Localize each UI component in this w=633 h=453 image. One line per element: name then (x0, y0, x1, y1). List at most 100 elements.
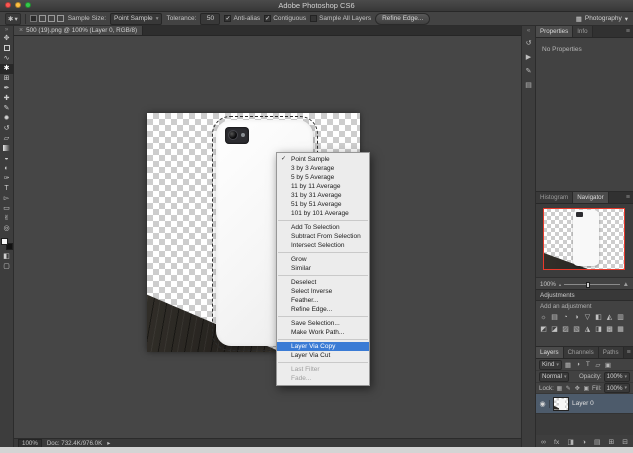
opacity-dropdown[interactable]: 100% ▾ (603, 371, 630, 382)
new-layer-icon[interactable]: ⊞ (609, 438, 615, 446)
exposure-adjustment-icon[interactable]: ◑ (571, 312, 582, 324)
clone-source-panel-icon[interactable]: ▤ (522, 81, 535, 91)
lock-image-pixels-icon[interactable]: ✎ (565, 385, 572, 392)
crop-tool[interactable]: ⊞ (0, 74, 14, 84)
tab-histogram[interactable]: Histogram (536, 192, 574, 203)
dodge-tool[interactable]: ◐ (0, 164, 14, 174)
tab-paths[interactable]: Paths (598, 347, 624, 358)
clone-stamp-tool[interactable]: ✹ (0, 114, 14, 124)
slider-handle[interactable] (586, 281, 591, 288)
color-lookup-adjustment-icon[interactable]: ▨ (560, 324, 571, 336)
layer-row-layer-0[interactable]: ◉ Layer 0 (536, 394, 633, 414)
blur-tool[interactable]: ◒ (0, 154, 14, 164)
eyedropper-tool[interactable]: ✒ (0, 84, 14, 94)
navigator-zoom-value[interactable]: 100% (540, 281, 556, 288)
history-brush-tool[interactable]: ↺ (0, 124, 14, 134)
panel-menu-icon[interactable]: ≡ (623, 26, 633, 37)
delete-layer-icon[interactable]: ⊟ (622, 438, 628, 446)
menu-item-grow[interactable]: Grow (277, 255, 369, 264)
fill-dropdown[interactable]: 100% ▾ (603, 383, 630, 393)
healing-brush-tool[interactable]: ✚ (0, 94, 14, 104)
layer-styles-icon[interactable]: fx (554, 439, 559, 446)
gradient-map-adjustment-icon[interactable]: ▩ (604, 324, 615, 336)
filter-adjustment-layers-icon[interactable]: ◑ (574, 361, 582, 368)
zoom-in-icon[interactable]: ▲ (623, 281, 629, 288)
menu-item-subtract-from-selection[interactable]: Subtract From Selection (277, 232, 369, 241)
tab-channels[interactable]: Channels (563, 347, 599, 358)
subtract-from-selection-icon[interactable] (47, 15, 55, 22)
quick-mask-mode-button[interactable]: ◧ (0, 252, 14, 262)
gradient-tool[interactable] (0, 144, 14, 154)
menu-item-31by31-average[interactable]: 31 by 31 Average (277, 191, 369, 200)
menu-item-101by101-average[interactable]: 101 by 101 Average (277, 209, 369, 218)
brightness-contrast-adjustment-icon[interactable]: ☼ (538, 312, 549, 324)
anti-alias-checkbox[interactable]: ✓ Anti-alias (224, 15, 260, 22)
eraser-tool[interactable]: ▱ (0, 134, 14, 144)
panel-menu-icon[interactable]: ≡ (623, 192, 633, 203)
navigator-zoom-slider[interactable] (564, 281, 620, 288)
navigator-preview[interactable] (536, 204, 633, 277)
tolerance-input[interactable]: 50 (200, 12, 221, 25)
new-group-icon[interactable]: ▤ (594, 438, 600, 446)
contiguous-checkbox[interactable]: ✓ Contiguous (264, 15, 306, 22)
lasso-tool[interactable]: ∿ (0, 54, 14, 64)
add-to-selection-icon[interactable] (38, 15, 46, 22)
document-tab[interactable]: × 500 (19).png @ 100% (Layer 0, RGB/8) (14, 26, 144, 35)
photo-filter-adjustment-icon[interactable]: ◩ (538, 324, 549, 336)
visibility-eye-icon[interactable]: ◉ (536, 399, 550, 408)
menu-item-layer-via-cut[interactable]: Layer Via Cut (277, 351, 369, 360)
add-layer-mask-icon[interactable]: ◨ (567, 438, 573, 446)
threshold-adjustment-icon[interactable]: ◨ (593, 324, 604, 336)
workspace-switcher[interactable]: ▦ Photography ▾ (576, 15, 628, 23)
pen-tool[interactable]: ✑ (0, 174, 14, 184)
curves-adjustment-icon[interactable]: ◔ (560, 312, 571, 324)
menu-item-51by51-average[interactable]: 51 by 51 Average (277, 200, 369, 209)
navigator-view-box[interactable] (543, 208, 625, 270)
refine-edge-button[interactable]: Refine Edge... (375, 12, 431, 25)
vibrance-adjustment-icon[interactable]: ▽ (582, 312, 593, 324)
brush-tool[interactable]: ✎ (0, 104, 14, 114)
filter-smart-objects-icon[interactable]: ▣ (604, 361, 612, 369)
foreground-color-swatch[interactable] (0, 238, 8, 245)
hand-tool[interactable]: ✌ (0, 214, 14, 224)
menu-item-layer-via-copy[interactable]: Layer Via Copy (277, 342, 369, 351)
menu-item-point-sample[interactable]: ✓ Point Sample (277, 155, 369, 164)
menu-item-select-inverse[interactable]: Select Inverse (277, 287, 369, 296)
hue-saturation-adjustment-icon[interactable]: ◧ (593, 312, 604, 324)
rectangular-marquee-tool[interactable] (0, 44, 14, 54)
menu-item-feather[interactable]: Feather... (277, 296, 369, 305)
shape-tool[interactable]: ▭ (0, 204, 14, 214)
menu-item-3by3-average[interactable]: 3 by 3 Average (277, 164, 369, 173)
channel-mixer-adjustment-icon[interactable]: ◪ (549, 324, 560, 336)
posterize-adjustment-icon[interactable]: ◮ (582, 324, 593, 336)
intersect-selection-icon[interactable] (56, 15, 64, 22)
canvas-area[interactable]: ✓ Point Sample 3 by 3 Average 5 by 5 Ave… (14, 36, 521, 438)
selective-color-adjustment-icon[interactable]: ▦ (615, 324, 626, 336)
zoom-tool[interactable]: ◎ (0, 224, 14, 234)
collapse-tools-icon[interactable]: » (5, 27, 8, 34)
brush-panel-icon[interactable]: ✎ (522, 67, 535, 77)
zoom-out-icon[interactable]: ▴ (559, 282, 561, 288)
path-selection-tool[interactable]: ▻ (0, 194, 14, 204)
menu-item-similar[interactable]: Similar (277, 264, 369, 273)
new-selection-icon[interactable] (29, 15, 37, 22)
black-white-adjustment-icon[interactable]: ▥ (615, 312, 626, 324)
tab-navigator[interactable]: Navigator (573, 192, 609, 203)
menu-item-refine-edge[interactable]: Refine Edge... (277, 305, 369, 314)
kind-filter-dropdown[interactable]: Kind ▾ (539, 359, 562, 370)
move-tool[interactable]: ✥ (0, 34, 14, 44)
menu-item-make-work-path[interactable]: Make Work Path... (277, 328, 369, 337)
status-arrow-icon[interactable]: ▸ (107, 440, 110, 447)
screen-mode-button[interactable]: ▢ (0, 262, 14, 272)
link-layers-icon[interactable]: ∞ (541, 439, 546, 446)
menu-item-intersect-selection[interactable]: Intersect Selection (277, 241, 369, 250)
new-adjustment-layer-icon[interactable]: ◑ (582, 439, 586, 446)
filter-pixel-layers-icon[interactable]: ▦ (564, 361, 572, 369)
levels-adjustment-icon[interactable]: ▤ (549, 312, 560, 324)
magic-wand-tool[interactable]: ✱ (0, 64, 14, 74)
lock-all-icon[interactable]: ▣ (583, 385, 590, 392)
collapse-panels-icon[interactable]: « (522, 28, 535, 35)
sample-size-dropdown[interactable]: Point Sample ▾ (110, 12, 163, 25)
invert-adjustment-icon[interactable]: ▧ (571, 324, 582, 336)
menu-item-add-to-selection[interactable]: Add To Selection (277, 223, 369, 232)
